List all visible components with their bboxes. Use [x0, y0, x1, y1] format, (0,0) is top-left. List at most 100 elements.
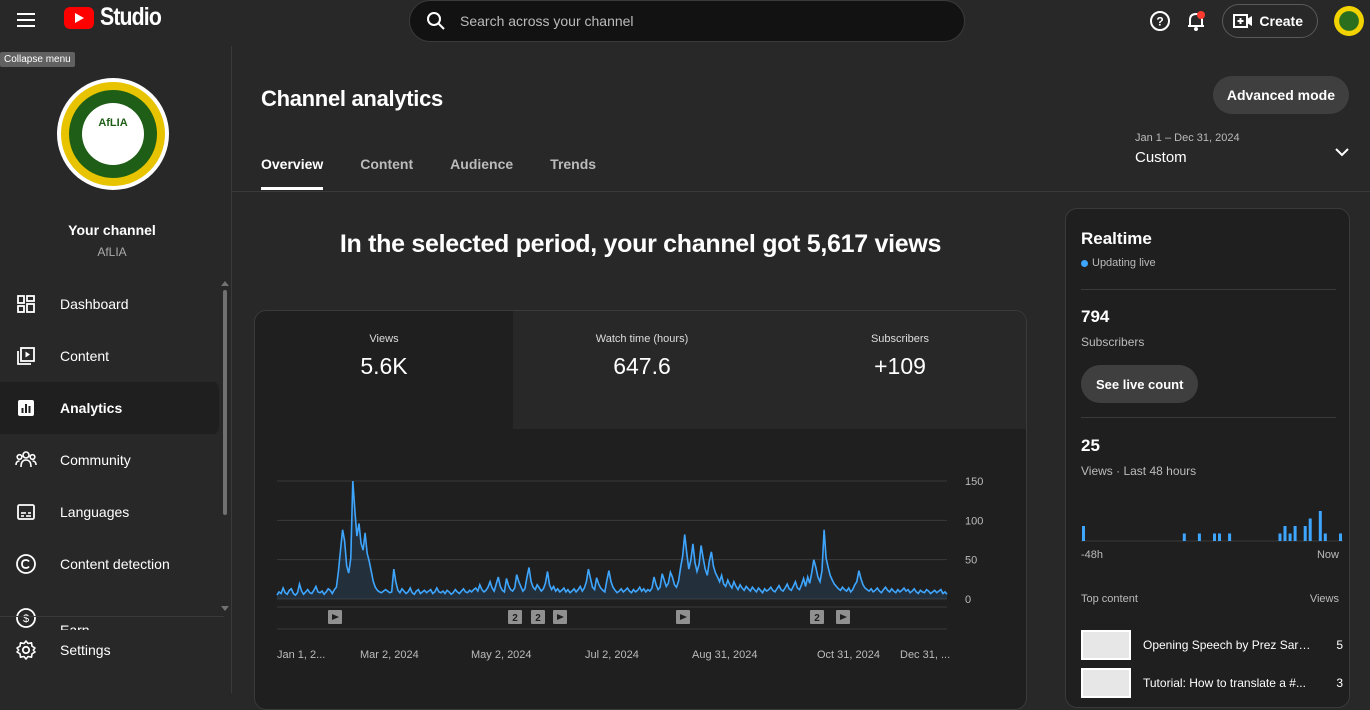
x-tick-label: May 2, 2024 [471, 649, 532, 661]
sidebar-item-content-detection[interactable]: Content detection [0, 538, 224, 590]
realtime-bar [1283, 526, 1287, 541]
notifications-button[interactable] [1178, 3, 1214, 39]
sidebar-item-languages[interactable]: Languages [0, 486, 224, 538]
metric-value: 5.6K [360, 353, 408, 379]
metric-value: +109 [874, 353, 926, 379]
analytics-chart-card: Views 5.6K Watch time (hours) 647.6 Subs… [254, 310, 1027, 710]
realtime-subscribers-value: 794 [1081, 307, 1110, 326]
y-tick-label: 150 [965, 476, 983, 488]
sidebar-scrollbar[interactable] [223, 290, 227, 515]
account-avatar[interactable] [1334, 6, 1364, 36]
tab-content[interactable]: Content [360, 146, 413, 190]
x-tick-label: Jan 1, 2... [277, 649, 325, 661]
realtime-bar [1339, 533, 1342, 541]
metric-watch-time[interactable]: Watch time (hours) 647.6 [513, 311, 771, 429]
y-tick-label: 0 [965, 594, 971, 606]
top-bar: Studio ? Create [0, 0, 1370, 46]
summary-headline: In the selected period, your channel got… [339, 230, 942, 258]
video-title: Opening Speech by Prez Sara... [1143, 638, 1313, 652]
metric-views[interactable]: Views 5.6K [255, 311, 513, 429]
see-live-count-button[interactable]: See live count [1081, 365, 1199, 403]
realtime-views-label: Views · Last 48 hours [1081, 464, 1197, 478]
x-tick-label: Jul 2, 2024 [585, 649, 639, 661]
sidebar-item-label: Languages [60, 504, 130, 520]
realtime-axis-start: -48h [1081, 549, 1104, 561]
date-range-text: Jan 1 – Dec 31, 2024 [1135, 132, 1240, 144]
community-icon [14, 448, 38, 472]
help-button[interactable]: ? [1142, 3, 1178, 39]
menu-button[interactable] [6, 2, 46, 38]
chevron-down-icon [1335, 148, 1349, 157]
channel-handle: AfLIA [97, 245, 127, 259]
page-title: Channel analytics [261, 86, 443, 111]
date-range-picker[interactable]: Jan 1 – Dec 31, 2024 Custom [1135, 132, 1350, 176]
bell-icon [1188, 11, 1206, 31]
your-channel-label: Your channel [68, 222, 156, 238]
x-tick-label: Oct 31, 2024 [817, 649, 880, 661]
tab-bar: Overview Content Audience Trends [261, 146, 596, 190]
svg-text:$: $ [23, 613, 29, 625]
date-preset: Custom [1135, 149, 1187, 166]
series-area [277, 481, 947, 599]
sidebar-divider [0, 616, 224, 617]
studio-logo[interactable]: Studio [64, 3, 172, 32]
content-icon [14, 344, 38, 368]
realtime-bar [1218, 533, 1221, 541]
create-button[interactable]: Create [1222, 4, 1318, 38]
scroll-down-arrow-icon[interactable] [221, 606, 229, 612]
sidebar-item-settings[interactable]: Settings [0, 628, 224, 672]
tab-audience[interactable]: Audience [450, 146, 513, 190]
metric-label: Views [369, 333, 399, 345]
search-icon [427, 12, 445, 30]
collapse-menu-tooltip: Collapse menu [0, 52, 75, 67]
sidebar-item-label: Content [60, 348, 110, 364]
metric-value: 647.6 [613, 353, 671, 379]
live-label: Updating live [1092, 257, 1156, 269]
realtime-bar [1293, 526, 1297, 541]
video-views: 3 [1336, 676, 1343, 690]
svg-text:?: ? [1157, 15, 1164, 29]
search-input[interactable] [460, 13, 940, 29]
metric-subscribers[interactable]: Subscribers +109 [771, 311, 1026, 429]
realtime-bar [1197, 533, 1201, 541]
realtime-bar [1303, 526, 1307, 541]
live-dot-icon [1081, 259, 1088, 267]
search-bar[interactable] [409, 0, 965, 42]
sidebar-item-dashboard[interactable]: Dashboard [0, 278, 224, 330]
divider [1081, 289, 1336, 290]
analytics-icon [14, 396, 38, 420]
sidebar-item-label: Content detection [60, 556, 170, 572]
sidebar-nav: Dashboard Content Analytics Community La… [0, 278, 224, 630]
series-line [276, 480, 948, 597]
top-content-item[interactable]: Tutorial: How to translate a #... 3 [1081, 665, 1343, 701]
tab-overview[interactable]: Overview [261, 146, 324, 190]
sidebar-item-community[interactable]: Community [0, 434, 224, 486]
realtime-bar [1323, 533, 1327, 541]
advanced-mode-button[interactable]: Advanced mode [1212, 76, 1349, 114]
metric-label: Subscribers [870, 333, 930, 345]
realtime-views-value: 25 [1081, 436, 1100, 455]
realtime-bar [1082, 526, 1085, 541]
tab-trends[interactable]: Trends [550, 146, 596, 190]
realtime-bar [1308, 518, 1312, 541]
hamburger-icon [17, 13, 35, 27]
y-tick-label: 100 [965, 515, 983, 527]
realtime-bar [1182, 533, 1186, 541]
sidebar-item-analytics[interactable]: Analytics [0, 382, 219, 434]
sidebar: AfLIA Your channel AfLIA Dashboard Conte… [0, 46, 232, 693]
views-line-chart[interactable]: 0 50 100 150 2 2 2 Jan 1, 2... Mar 2, 2024 May 2,… [255, 429, 1027, 710]
sidebar-item-earn[interactable]: $ Earn [0, 590, 224, 630]
x-tick-label: Aug 31, 2024 [692, 649, 757, 661]
earn-icon: $ [14, 606, 38, 630]
video-title: Tutorial: How to translate a #... [1143, 676, 1306, 690]
top-content-item[interactable]: Opening Speech by Prez Sara... 5 [1081, 627, 1343, 663]
channel-avatar[interactable]: AfLIA [57, 78, 169, 190]
top-content-views-header: Views [1309, 593, 1339, 605]
x-tick-label: Mar 2, 2024 [360, 649, 419, 661]
logo-text: Studio [100, 3, 162, 31]
sidebar-item-content[interactable]: Content [0, 330, 224, 382]
scroll-up-arrow-icon[interactable] [221, 280, 229, 286]
channel-avatar-text: AfLIA [82, 103, 144, 165]
realtime-bar-chart[interactable] [1081, 489, 1343, 544]
realtime-bar [1318, 511, 1322, 541]
